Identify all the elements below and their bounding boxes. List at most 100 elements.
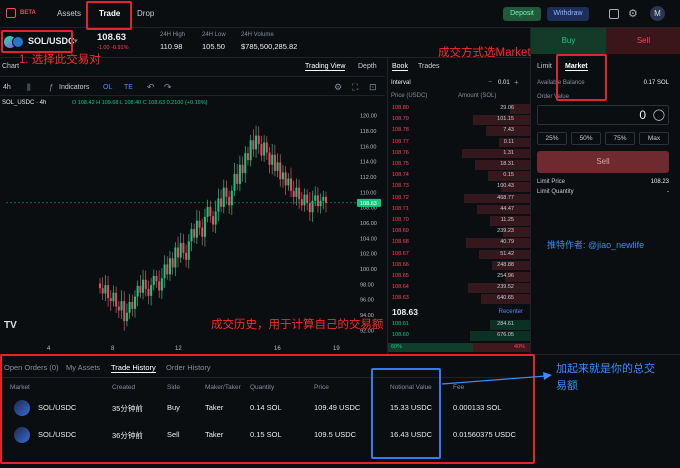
ask-row[interactable]: 108.66 248.88 (388, 260, 530, 271)
stat-low-label: 24H Low (202, 32, 226, 38)
ask-amount: 0.15 (503, 172, 514, 179)
ask-row[interactable]: 108.69 239.23 (388, 227, 530, 237)
recenter-button[interactable]: Recenter (499, 309, 523, 315)
ask-amount: 29.06 (500, 105, 514, 111)
candle (144, 270, 147, 297)
candle (311, 190, 314, 222)
ask-price: 108.75 (392, 161, 409, 167)
pair-annotation: 1. 选择此交易对 (19, 54, 101, 66)
ask-row[interactable]: 108.67 51.42 (388, 249, 530, 260)
orderbook-panel: Book Trades Interval − 0.01 + Price (USD… (387, 58, 530, 354)
deposit-button[interactable]: Deposit (503, 7, 541, 21)
x-tick-label: 4 (47, 346, 51, 352)
market-highlight-box (556, 54, 607, 101)
ask-amount: 468.77 (497, 194, 514, 201)
order-value-unit-icon[interactable]: ◯ (653, 108, 665, 121)
candle (201, 218, 204, 246)
y-tick-label: 106.00 (360, 221, 377, 227)
ask-row[interactable]: 108.73 100.43 (388, 182, 530, 192)
candle (268, 147, 271, 174)
ask-amount: 101.15 (497, 116, 514, 123)
col-price-header: Price (USDC) (391, 93, 428, 99)
candle (325, 191, 327, 213)
x-tick-label: 12 (175, 346, 182, 352)
candle (182, 233, 185, 260)
candle (241, 156, 244, 182)
ask-row[interactable]: 108.68 40.79 (388, 238, 530, 248)
wallet-icon[interactable] (609, 9, 619, 19)
ask-row[interactable]: 108.63 640.65 (388, 294, 530, 304)
ask-amount: 44.47 (500, 205, 514, 212)
candle (179, 232, 182, 263)
ask-row[interactable]: 108.76 1.31 (388, 148, 530, 159)
ask-amount: 640.65 (497, 295, 514, 302)
candle (238, 155, 241, 192)
ask-row[interactable]: 108.79 101.15 (388, 115, 530, 125)
pct-50-button[interactable]: 50% (571, 132, 601, 145)
candle (314, 186, 317, 207)
pct-25-button[interactable]: 25% (537, 132, 567, 145)
limit-quantity-label: Limit Quantity (537, 189, 574, 195)
candle (128, 293, 131, 320)
sell-submit-button[interactable]: Sell (537, 151, 669, 173)
interval-label: Interval (391, 80, 411, 86)
logo-icon[interactable] (6, 8, 16, 18)
pct-75-button[interactable]: 75% (605, 132, 635, 145)
history-annotation: 成交历史，用于计算自己的交易额 (211, 319, 384, 331)
plus-icon[interactable]: + (514, 78, 519, 87)
ask-row[interactable]: 108.65 254.96 (388, 272, 530, 282)
ask-price: 108.71 (392, 205, 409, 212)
ask-price: 108.77 (392, 138, 409, 145)
candle (125, 303, 128, 327)
candle (209, 200, 212, 223)
stat-high-label: 24H High (160, 32, 186, 38)
candle (123, 291, 126, 331)
ask-price: 108.73 (392, 183, 409, 190)
sell-tab[interactable]: Sell (606, 28, 680, 54)
ask-amount: 0.11 (503, 138, 514, 145)
ask-row[interactable]: 108.72 468.77 (388, 193, 530, 204)
chevron-down-icon[interactable]: ▾ (74, 37, 78, 45)
candle (203, 208, 206, 247)
y-tick-label: 110.00 (360, 190, 376, 196)
ask-row[interactable]: 108.78 7.43 (388, 126, 530, 136)
ask-row[interactable]: 108.77 0.11 (388, 137, 530, 148)
y-tick-label: 100.00 (360, 267, 377, 273)
chart-panel: Chart Trading View Depth 4h ⫼ ƒ Indicato… (0, 58, 385, 354)
buy-tab[interactable]: Buy (531, 28, 606, 54)
candle (273, 144, 276, 177)
ask-price: 108.79 (392, 116, 409, 123)
bid-row[interactable]: 108.61 284.61 (388, 320, 530, 330)
tab-trades[interactable]: Trades (418, 63, 440, 70)
candlestick-chart[interactable]: 120.00 118.00 116.00 114.00 112.00 110.00 108.… (0, 58, 385, 354)
pct-max-button[interactable]: Max (639, 132, 669, 145)
tab-book[interactable]: Book (392, 63, 408, 71)
ask-row[interactable]: 108.70 11.25 (388, 216, 530, 226)
order-type-limit[interactable]: Limit (537, 63, 552, 70)
ask-row[interactable]: 108.71 44.47 (388, 204, 530, 215)
order-value-input[interactable] (537, 105, 669, 125)
bid-row[interactable]: 108.60 676.05 (388, 331, 530, 341)
ask-row[interactable]: 108.74 0.15 (388, 171, 530, 181)
y-tick-label: 114.00 (360, 160, 376, 166)
candle (150, 277, 153, 306)
ask-price: 108.80 (392, 105, 409, 111)
nav-assets[interactable]: Assets (57, 9, 81, 18)
ask-amount: 100.43 (497, 183, 514, 190)
candle (101, 277, 104, 300)
candle (217, 188, 220, 222)
gear-icon[interactable]: ⚙ (628, 7, 638, 20)
minus-icon[interactable]: − (488, 79, 492, 86)
ask-row[interactable]: 108.75 18.31 (388, 160, 530, 170)
avatar[interactable]: M (650, 6, 665, 21)
withdraw-button[interactable]: Withdraw (547, 7, 589, 21)
candle (120, 290, 123, 319)
price-change: -1.00 -0.91% (97, 45, 129, 51)
candle (198, 210, 201, 236)
ask-row[interactable]: 108.64 239.52 (388, 283, 530, 293)
ask-row[interactable]: 108.80 29.06 (388, 104, 530, 114)
candle (244, 146, 247, 183)
interval-value[interactable]: 0.01 (498, 80, 510, 86)
nav-drop[interactable]: Drop (137, 9, 154, 18)
sum-annotation-line1: 加起来就是你的总交 (556, 363, 655, 375)
